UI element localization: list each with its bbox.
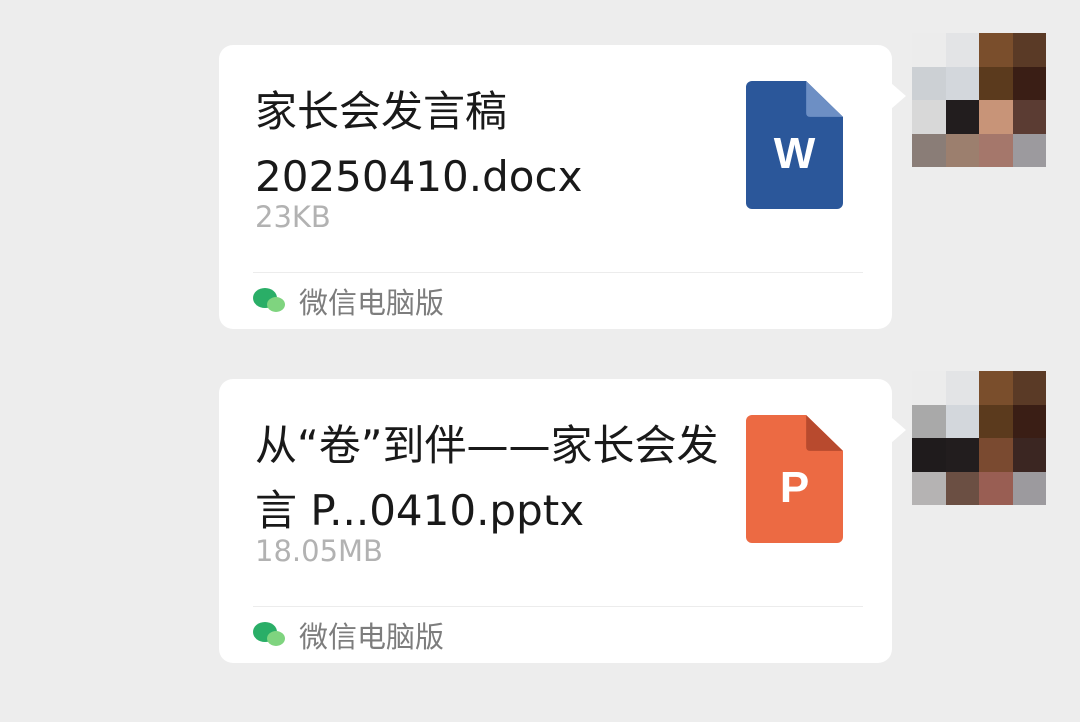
avatar[interactable] [912, 33, 1046, 167]
file-message-card[interactable]: 从“卷”到伴——家长会发言 P...0410.pptx 18.05MB P 微信… [219, 379, 906, 663]
file-name: 家长会发言稿 20250410.docx [255, 87, 583, 201]
divider [253, 606, 863, 607]
file-size: 18.05MB [255, 534, 383, 568]
bubble-tail [891, 417, 906, 443]
powerpoint-document-icon: P [746, 415, 843, 543]
wechat-icon [253, 620, 289, 650]
file-type-letter: W [773, 129, 816, 178]
source-label: 微信电脑版 [299, 620, 445, 654]
word-document-icon: W [746, 81, 843, 209]
source-row: 微信电脑版 [253, 615, 444, 655]
file-message-card[interactable]: 家长会发言稿 20250410.docx 23KB W 微信电脑版 [219, 45, 906, 329]
file-size: 23KB [255, 200, 331, 234]
bubble-tail [891, 83, 906, 109]
file-type-letter: P [779, 463, 810, 512]
divider [253, 272, 863, 273]
wechat-icon [253, 286, 289, 316]
icon-fold [806, 81, 843, 117]
source-label: 微信电脑版 [299, 286, 445, 320]
avatar[interactable] [912, 371, 1046, 505]
file-name: 从“卷”到伴——家长会发言 P...0410.pptx [255, 421, 719, 535]
icon-fold [806, 415, 843, 451]
source-row: 微信电脑版 [253, 281, 444, 321]
